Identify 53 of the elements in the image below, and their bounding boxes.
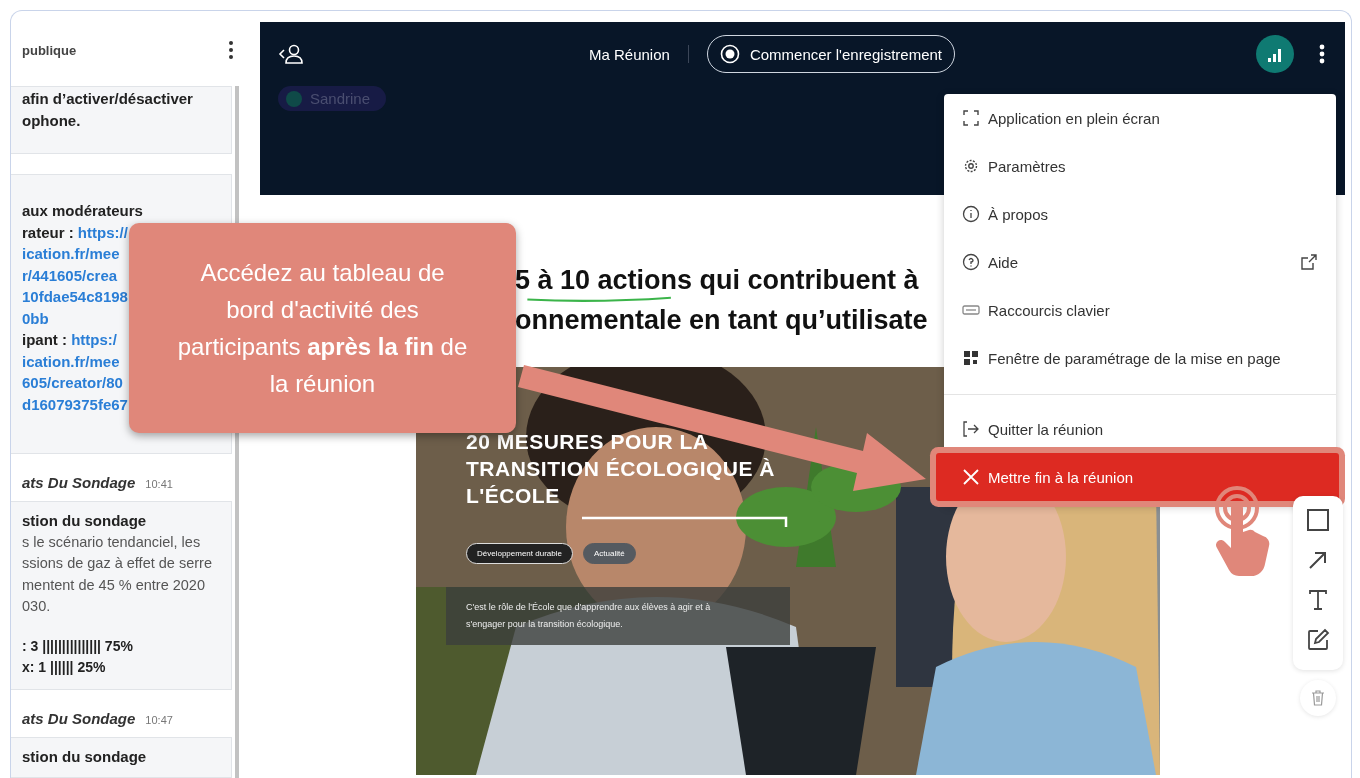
meeting-link[interactable]: https:/	[71, 331, 117, 348]
meeting-title: Ma Réunion	[589, 45, 670, 63]
menu-item[interactable]: Quitter la réunion	[944, 405, 1336, 453]
meeting-link[interactable]: 605/creator/80	[22, 374, 123, 391]
poll-result: x: 1 |||||| 25%	[22, 658, 107, 677]
meeting-link[interactable]: 0bb	[22, 309, 49, 327]
menu-item[interactable]: Paramètres	[944, 142, 1336, 190]
message-text: aux modérateurs	[22, 202, 143, 219]
meeting-link[interactable]: https://	[77, 223, 128, 241]
menu-item[interactable]: Fenêtre de paramétrage de la mise en page	[944, 334, 1336, 382]
tag[interactable]: Développement durable	[466, 543, 573, 564]
poll-title: stion du sondage	[22, 511, 148, 531]
more-icon[interactable]	[229, 41, 233, 59]
menu-item[interactable]: Application en plein écran	[944, 94, 1336, 142]
article-caption: C'est le rôle de l'École que d'apprendre aux élèves à agir et à s'engager pour la transition écologique.	[446, 587, 790, 645]
message-text: afin d’activer/désactiver ophone.	[22, 89, 194, 131]
message-time: 10:47	[145, 713, 173, 726]
poll-result: : 3 ||||||||||||||| 75%	[22, 636, 134, 656]
meeting-link[interactable]: 10fdae54c8198	[22, 288, 128, 305]
more-icon[interactable]	[1319, 44, 1325, 64]
meeting-link[interactable]: ication.fr/mee	[22, 352, 120, 370]
meeting-link[interactable]: d16079375fe67	[22, 395, 128, 413]
grid-icon	[962, 349, 980, 367]
meeting-link[interactable]: ication.fr/mee	[22, 245, 120, 262]
rectangle-icon[interactable]	[1306, 508, 1330, 532]
external-link-icon	[1300, 253, 1318, 271]
menu-item[interactable]: Aide	[944, 238, 1336, 286]
text-tool-icon[interactable]	[1306, 588, 1330, 612]
slide-heading: 5 à 10 actions qui contribuent à	[515, 264, 919, 296]
exit-icon	[962, 420, 980, 438]
connection-status-icon[interactable]	[1256, 35, 1294, 73]
info-icon	[962, 205, 980, 223]
participants-toggle-icon[interactable]	[278, 43, 304, 65]
settings-icon	[962, 157, 980, 175]
message-author: ats Du Sondage	[22, 709, 136, 727]
edit-icon[interactable]	[1306, 628, 1330, 652]
slide-heading: onnementale en tant qu’utilisate	[515, 304, 928, 336]
record-icon	[719, 44, 740, 64]
poll-title: stion du sondage	[22, 746, 148, 767]
help-icon	[962, 253, 980, 271]
meeting-link[interactable]: r/441605/crea	[22, 266, 118, 284]
callout-text: Accédez au tableau de bord d'activité des participants après la fin de la réunion	[176, 258, 469, 399]
menu-item[interactable]: Raccourcis clavier	[944, 286, 1336, 334]
message-author: ats Du Sondage	[22, 474, 136, 491]
close-icon	[962, 468, 980, 486]
trash-icon	[1311, 690, 1325, 706]
menu-item[interactable]: À propos	[944, 190, 1336, 238]
poll-question: s le scénario tendanciel, les ssions de gaz à effet de serre mentent de 45 % entre 2020 030.	[22, 532, 213, 616]
message-time: 10:41	[145, 478, 173, 490]
message-text: rateur :	[22, 223, 74, 241]
fullscreen-icon	[962, 109, 980, 127]
message-text: ipant :	[22, 331, 67, 348]
panel-title: publique	[22, 42, 77, 58]
